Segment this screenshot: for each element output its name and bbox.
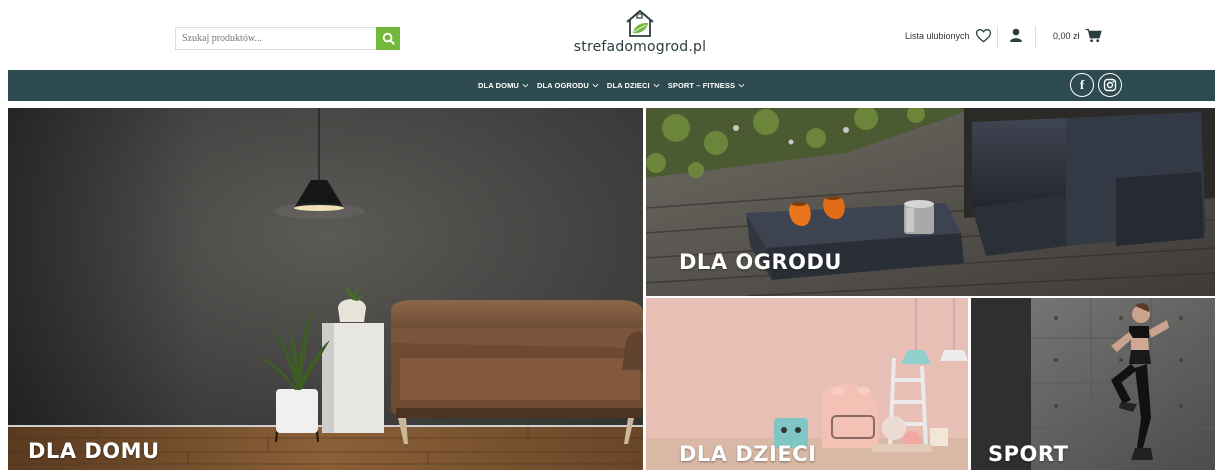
chevron-down-icon xyxy=(653,83,660,88)
cart-link[interactable]: 0,00 zł xyxy=(1053,28,1102,43)
banner-label: DLA DZIECI xyxy=(679,442,817,466)
nav-item-dla-dzieci[interactable]: DLA DZIECI xyxy=(607,81,660,90)
wishlist-link[interactable]: Lista ulubionych xyxy=(905,28,992,43)
nav-item-dla-ogrodu[interactable]: DLA OGRODU xyxy=(537,81,599,90)
header-account-area: Lista ulubionych 0,00 zł xyxy=(885,24,1215,50)
wishlist-label: Lista ulubionych xyxy=(905,30,970,41)
divider xyxy=(997,26,998,48)
facebook-icon[interactable]: f xyxy=(1070,73,1094,97)
search-form xyxy=(175,27,400,50)
site-header: strefadomogrod.pl Lista ulubionych 0,00 … xyxy=(0,0,1215,70)
nav-item-dla-domu[interactable]: DLA DOMU xyxy=(478,81,529,90)
category-banner-dla-dzieci[interactable]: DLA DZIECI xyxy=(646,298,968,470)
nav-item-label: DLA OGRODU xyxy=(536,81,589,90)
search-input[interactable] xyxy=(175,27,376,50)
site-logo[interactable]: strefadomogrod.pl xyxy=(560,8,720,60)
user-icon xyxy=(1010,28,1022,42)
main-navigation: DLA DOMU DLA OGRODU DLA DZIECI SPORT – F… xyxy=(8,70,1215,101)
chevron-down-icon xyxy=(738,83,745,88)
divider xyxy=(1035,26,1036,48)
account-button[interactable] xyxy=(1010,28,1022,47)
banner-label: DLA OGRODU xyxy=(679,250,842,274)
logo-text: strefadomogrod.pl xyxy=(573,39,707,55)
instagram-glyph-icon xyxy=(1103,78,1117,92)
social-links: f xyxy=(1070,73,1122,97)
living-room-image xyxy=(8,108,643,470)
cart-icon xyxy=(1085,28,1102,43)
banner-label: DLA DOMU xyxy=(28,439,160,463)
banner-label: SPORT xyxy=(988,442,1069,466)
chevron-down-icon xyxy=(592,83,599,88)
nav-item-sport-fitness[interactable]: SPORT – FITNESS xyxy=(668,81,745,90)
search-icon xyxy=(382,32,395,45)
cart-total: 0,00 zł xyxy=(1053,30,1080,41)
category-banner-sport[interactable]: SPORT xyxy=(971,298,1215,470)
house-leaf-logo-icon xyxy=(626,9,654,37)
category-banner-dla-domu[interactable]: DLA DOMU xyxy=(8,108,643,470)
instagram-icon[interactable] xyxy=(1098,73,1122,97)
heart-icon xyxy=(975,29,991,43)
search-button[interactable] xyxy=(376,27,400,50)
category-banner-dla-ogrodu[interactable]: DLA OGRODU xyxy=(646,108,1215,296)
nav-item-label: SPORT – FITNESS xyxy=(667,81,736,90)
nav-item-label: DLA DOMU xyxy=(478,81,519,90)
nav-menu: DLA DOMU DLA OGRODU DLA DZIECI SPORT – F… xyxy=(478,70,745,101)
chevron-down-icon xyxy=(522,83,529,88)
nav-item-label: DLA DZIECI xyxy=(606,81,650,90)
